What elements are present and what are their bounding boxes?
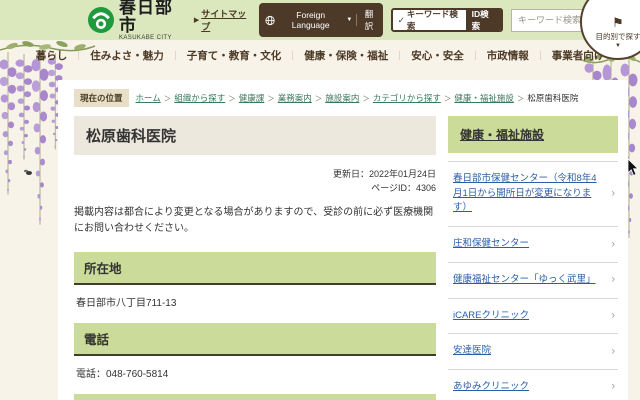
page-meta: 更新日：2022年01月24日 ページID：4306 [74, 168, 436, 196]
search-mode-tabs: ✓ キーワード検索 ID検索 [391, 8, 503, 32]
nav-separator: ｜ [74, 49, 83, 62]
city-logo-text: 春日部市 KASUKABE CITY [119, 0, 186, 41]
chevron-down-icon: ▼ [615, 43, 621, 49]
sidebar: 健康・福祉施設 春日部市保健センター（令和8年4月1日から開所日が変更になります… [448, 116, 618, 400]
breadcrumb-link-category[interactable]: カテゴリから探す [373, 92, 441, 104]
breadcrumb-link-kenko-fukushi[interactable]: 健康・福祉施設 [454, 92, 514, 104]
section-heading-departments: 診療科目 [74, 394, 436, 400]
sidebar-item-ayumi-clinic[interactable]: あゆみクリニック › [448, 370, 618, 400]
globe-icon [265, 15, 275, 26]
translate-label: 翻訳 [361, 8, 377, 32]
sidebar-link: iCAREクリニック [453, 310, 529, 321]
breadcrumb-separator: ＞ [517, 93, 525, 104]
nav-item-kurashi[interactable]: 暮らし [36, 48, 68, 63]
tab-keyword-search[interactable]: ✓ キーワード検索 [393, 10, 466, 30]
section-heading-phone: 電話 [74, 323, 436, 356]
mouse-cursor [627, 158, 640, 177]
chevron-right-icon: › [611, 186, 615, 203]
city-emblem-icon [88, 6, 114, 34]
chevron-right-icon: › [611, 272, 615, 289]
chevron-down-icon: ▼ [346, 17, 352, 23]
main-column: 松原歯科医院 更新日：2022年01月24日 ページID：4306 掲載内容は都… [74, 116, 436, 400]
sidebar-item-showa-hoken[interactable]: 庄和保健センター › [448, 227, 618, 263]
chevron-right-icon: › [611, 379, 615, 396]
breadcrumb-separator: ＞ [444, 93, 452, 104]
breadcrumb: 現在の位置 ホーム ＞ 組織から探す ＞ 健康課 ＞ 業務案内 ＞ 施設案内 ＞… [74, 89, 618, 107]
keyword-tab-label: キーワード検索 [407, 8, 461, 32]
breadcrumb-link-home[interactable]: ホーム [136, 92, 161, 104]
foreign-language-button[interactable]: Foreign Language ▼ 翻訳 [259, 3, 383, 37]
site-header: 春日部市 KASUKABE CITY ▶ サイトマップ Foreign Lang… [0, 0, 640, 40]
nav-separator: ｜ [395, 49, 404, 62]
sitemap-label: サイトマップ [201, 7, 251, 33]
nav-separator: ｜ [471, 49, 480, 62]
city-name: 春日部市 [119, 0, 186, 35]
content-panel: 現在の位置 ホーム ＞ 組織から探す ＞ 健康課 ＞ 業務案内 ＞ 施設案内 ＞… [58, 80, 628, 400]
sitemap-link[interactable]: ▶ サイトマップ [194, 7, 251, 33]
breadcrumb-separator: ＞ [164, 93, 172, 104]
breadcrumb-separator: ＞ [315, 93, 323, 104]
updated-date: 更新日：2022年01月24日 [74, 168, 436, 182]
sidebar-title-link[interactable]: 健康・福祉施設 [460, 128, 544, 142]
nav-separator: ｜ [171, 49, 180, 62]
sidebar-link: 春日部市保健センター（令和8年4月1日から開所日が変更になります） [453, 173, 597, 213]
page-id: ページID：4306 [74, 182, 436, 196]
nav-item-sumiyosa[interactable]: 住みよさ・魅力 [90, 48, 164, 63]
breadcrumb-label: 現在の位置 [74, 89, 129, 107]
breadcrumb-separator: ＞ [267, 93, 275, 104]
triangle-right-icon: ▶ [194, 16, 199, 24]
flag-icon: ⚑ [612, 16, 624, 29]
global-nav: 暮らし ｜ 住みよさ・魅力 ｜ 子育て・教育・文化 ｜ 健康・保険・福祉 ｜ 安… [0, 40, 640, 70]
nav-item-kosodate[interactable]: 子育て・教育・文化 [187, 48, 282, 63]
sidebar-item-icare-clinic[interactable]: iCAREクリニック › [448, 299, 618, 335]
sidebar-item-hoken-center[interactable]: 春日部市保健センター（令和8年4月1日から開所日が変更になります） › [448, 162, 618, 227]
chevron-right-icon: › [611, 236, 615, 253]
sidebar-link: 安達医院 [453, 345, 491, 356]
bee-decoration [24, 170, 32, 175]
divider [356, 14, 357, 26]
id-tab-label: ID検索 [472, 8, 495, 32]
sidebar-item-adachi-iin[interactable]: 安達医院 › [448, 334, 618, 370]
nav-item-shisei[interactable]: 市政情報 [487, 48, 529, 63]
page-title: 松原歯科医院 [74, 116, 436, 155]
breadcrumb-separator: ＞ [228, 93, 236, 104]
phone-value: 電話：048-760-5814 [76, 365, 436, 380]
address-value: 春日部市八丁目711-13 [76, 294, 436, 309]
nav-item-kenko[interactable]: 健康・保険・福祉 [304, 48, 388, 63]
nav-separator: ｜ [288, 49, 297, 62]
sidebar-title[interactable]: 健康・福祉施設 [448, 116, 618, 153]
breadcrumb-link-soshiki[interactable]: 組織から探す [174, 92, 225, 104]
foreign-language-label: Foreign Language [279, 10, 342, 30]
chevron-right-icon: › [611, 343, 615, 360]
breadcrumb-link-gyomu[interactable]: 業務案内 [278, 92, 312, 104]
sidebar-item-yukku-takesato[interactable]: 健康福祉センター「ゆっく武里」 › [448, 263, 618, 299]
nav-separator: ｜ [536, 49, 545, 62]
nav-item-anshin[interactable]: 安心・安全 [411, 48, 464, 63]
sidebar-link: あゆみクリニック [453, 381, 529, 392]
breadcrumb-link-kenkoka[interactable]: 健康課 [239, 92, 265, 104]
sidebar-link: 健康福祉センター「ゆっく武里」 [453, 274, 596, 285]
page: 春日部市 KASUKABE CITY ▶ サイトマップ Foreign Lang… [0, 0, 640, 400]
purpose-label: 目的別で探す [596, 31, 640, 42]
breadcrumb-link-shisetsu[interactable]: 施設案内 [325, 92, 359, 104]
city-name-en: KASUKABE CITY [119, 35, 186, 41]
check-icon: ✓ [398, 15, 405, 26]
tab-id-search[interactable]: ID検索 [466, 10, 501, 30]
breadcrumb-separator: ＞ [362, 93, 370, 104]
breadcrumb-current: 松原歯科医院 [527, 92, 578, 104]
section-heading-address: 所在地 [74, 252, 436, 285]
chevron-right-icon: › [611, 307, 615, 324]
city-logo[interactable]: 春日部市 KASUKABE CITY [88, 0, 186, 41]
sidebar-link: 庄和保健センター [453, 238, 529, 249]
notice-text: 掲載内容は都合により変更となる場合がありますので、受診の前に必ず医療機関にお問い… [74, 205, 436, 238]
sidebar-list: 春日部市保健センター（令和8年4月1日から開所日が変更になります） › 庄和保健… [448, 161, 618, 400]
